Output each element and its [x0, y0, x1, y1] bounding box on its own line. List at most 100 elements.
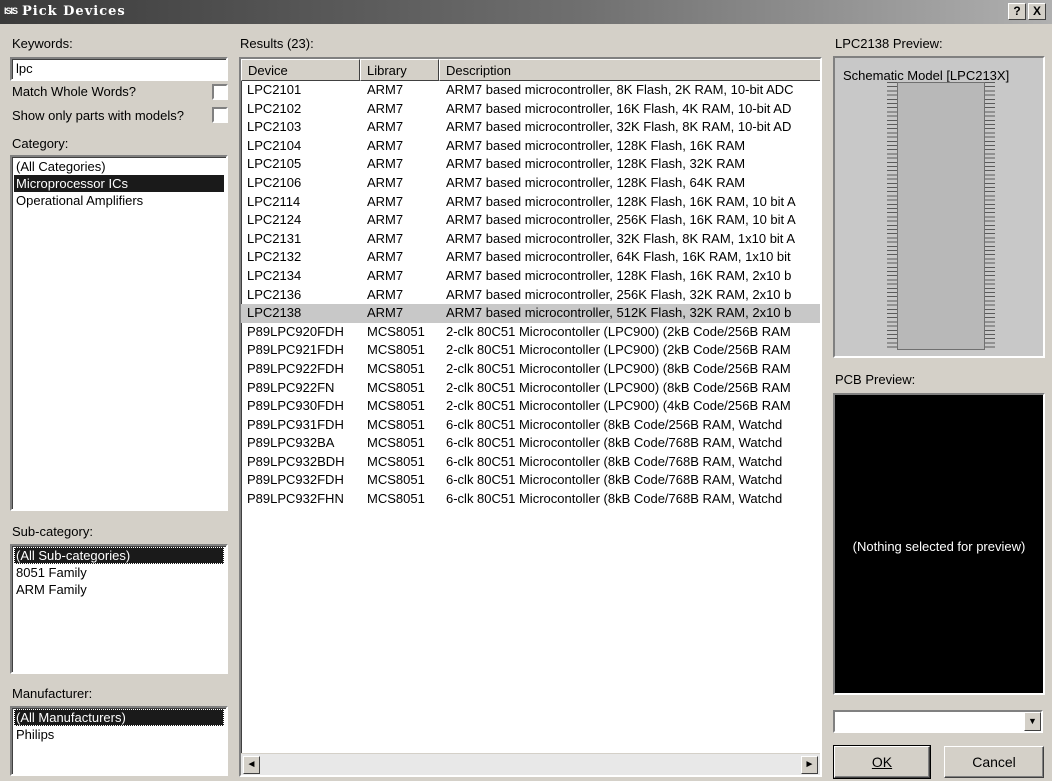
show-only-models-checkbox[interactable] — [212, 107, 228, 123]
description-cell: ARM7 based microcontroller, 128K Flash, … — [446, 174, 746, 190]
table-row[interactable]: P89LPC932FDH MCS8051 6-clk 80C51 Microcont… — [241, 471, 820, 490]
table-row[interactable]: P89LPC920FDH MCS8051 2-clk 80C51 Microcont… — [241, 323, 820, 342]
list-item[interactable]: (All Manufacturers) — [14, 709, 224, 726]
scroll-right-icon[interactable]: ► — [801, 756, 818, 774]
table-row[interactable]: P89LPC932BDH MCS8051 6-clk 80C51 Microcont… — [241, 453, 820, 472]
table-row[interactable]: LPC2131 ARM7 ARM7 based microcontroller, 3… — [241, 230, 820, 249]
device-cell: LPC2131 — [247, 230, 302, 246]
ok-button[interactable]: OK — [833, 745, 931, 779]
scroll-left-icon[interactable]: ◄ — [243, 756, 260, 774]
device-cell: LPC2102 — [247, 100, 302, 116]
results-hscrollbar[interactable]: ◄ ► — [241, 753, 820, 775]
table-row[interactable]: P89LPC932FHN MCS8051 6-clk 80C51 Microcont… — [241, 490, 820, 509]
device-cell: P89LPC931FDH — [247, 416, 344, 432]
device-cell: LPC2132 — [247, 249, 302, 265]
manufacturer-label: Manufacturer: — [12, 686, 93, 701]
description-cell: ARM7 based microcontroller, 16K Flash, 4… — [446, 100, 792, 116]
device-cell: P89LPC930FDH — [247, 398, 344, 414]
description-cell: ARM7 based microcontroller, 256K Flash, … — [446, 212, 796, 228]
table-row[interactable]: P89LPC921FDH MCS8051 2-clk 80C51 Microcont… — [241, 341, 820, 360]
title-bar: ISIS Pick Devices ? X — [0, 0, 1052, 24]
library-cell: MCS8051 — [367, 360, 425, 376]
description-cell: 2-clk 80C51 Microcontoller (LPC900) (8kB… — [446, 379, 791, 395]
description-cell: 2-clk 80C51 Microcontoller (LPC900) (2kB… — [446, 342, 791, 358]
list-item[interactable]: Microprocessor ICs — [14, 175, 224, 192]
description-cell: 6-clk 80C51 Microcontoller (8kB Code/768… — [446, 472, 783, 488]
library-cell: ARM7 — [367, 119, 404, 135]
cancel-button[interactable]: Cancel — [944, 746, 1044, 778]
list-item[interactable]: 8051 Family — [14, 564, 224, 581]
column-header-device[interactable]: Device — [241, 59, 360, 81]
table-row[interactable]: LPC2138 ARM7 ARM7 based microcontroller, 5… — [241, 304, 820, 323]
schematic-preview-label: LPC2138 Preview: — [835, 36, 943, 51]
table-row[interactable]: LPC2132 ARM7 ARM7 based microcontroller, 6… — [241, 248, 820, 267]
show-only-models-label: Show only parts with models? — [12, 108, 184, 123]
list-item[interactable]: (All Sub-categories) — [14, 547, 224, 564]
subcategory-list[interactable]: (All Sub-categories) 8051 Family ARM Fam… — [10, 544, 228, 674]
column-header-description[interactable]: Description — [439, 59, 820, 81]
close-button[interactable]: X — [1028, 3, 1046, 20]
list-item[interactable]: Operational Amplifiers — [14, 192, 224, 209]
cancel-button-label: Cancel — [972, 754, 1016, 770]
device-cell: LPC2105 — [247, 156, 302, 172]
table-row[interactable]: LPC2102 ARM7 ARM7 based microcontroller, 1… — [241, 100, 820, 119]
list-item[interactable]: Philips — [14, 726, 224, 743]
description-cell: 2-clk 80C51 Microcontoller (LPC900) (2kB… — [446, 323, 791, 339]
description-cell: ARM7 based microcontroller, 128K Flash, … — [446, 193, 796, 209]
window-title: Pick Devices — [22, 4, 126, 19]
chip-body — [897, 82, 985, 350]
chevron-down-icon[interactable]: ▼ — [1024, 712, 1041, 731]
table-row[interactable]: LPC2114 ARM7 ARM7 based microcontroller, 1… — [241, 193, 820, 212]
table-row[interactable]: LPC2103 ARM7 ARM7 based microcontroller, 3… — [241, 118, 820, 137]
results-label: Results (23): — [240, 36, 314, 51]
description-cell: 2-clk 80C51 Microcontoller (LPC900) (4kB… — [446, 398, 791, 414]
results-rows: LPC2101 ARM7 ARM7 based microcontroller, 8… — [241, 81, 820, 509]
library-cell: MCS8051 — [367, 453, 425, 469]
table-row[interactable]: LPC2136 ARM7 ARM7 based microcontroller, 2… — [241, 286, 820, 305]
table-row[interactable]: P89LPC932BA MCS8051 6-clk 80C51 Microconto… — [241, 434, 820, 453]
manufacturer-list[interactable]: (All Manufacturers) Philips — [10, 706, 228, 776]
results-table[interactable]: Device Library Description LPC2101 ARM7 AR… — [239, 57, 822, 777]
description-cell: ARM7 based microcontroller, 64K Flash, 1… — [446, 249, 791, 265]
device-cell: P89LPC922FN — [247, 379, 335, 395]
description-cell: 6-clk 80C51 Microcontoller (8kB Code/256… — [446, 416, 783, 432]
column-header-library[interactable]: Library — [360, 59, 439, 81]
device-cell: P89LPC920FDH — [247, 323, 344, 339]
table-row[interactable]: LPC2106 ARM7 ARM7 based microcontroller, 1… — [241, 174, 820, 193]
device-cell: P89LPC932FHN — [247, 491, 344, 507]
match-whole-words-checkbox[interactable] — [212, 84, 228, 100]
ok-button-label: OK — [871, 754, 893, 770]
list-item[interactable]: (All Categories) — [14, 158, 224, 175]
pcb-preview-label: PCB Preview: — [835, 372, 916, 387]
table-row[interactable]: LPC2124 ARM7 ARM7 based microcontroller, 2… — [241, 211, 820, 230]
library-cell: MCS8051 — [367, 342, 425, 358]
device-cell: LPC2138 — [247, 305, 302, 321]
pcb-empty-message: (Nothing selected for preview) — [852, 539, 1026, 554]
table-row[interactable]: P89LPC930FDH MCS8051 2-clk 80C51 Microcont… — [241, 397, 820, 416]
table-row[interactable]: LPC2134 ARM7 ARM7 based microcontroller, 1… — [241, 267, 820, 286]
help-button[interactable]: ? — [1008, 3, 1026, 20]
table-row[interactable]: LPC2105 ARM7 ARM7 based microcontroller, 1… — [241, 155, 820, 174]
package-combo[interactable]: ▼ — [833, 710, 1043, 733]
device-cell: LPC2104 — [247, 137, 302, 153]
category-list[interactable]: (All Categories) Microprocessor ICs Oper… — [10, 155, 228, 511]
list-item[interactable]: ARM Family — [14, 581, 224, 598]
table-row[interactable]: LPC2104 ARM7 ARM7 based microcontroller, 1… — [241, 137, 820, 156]
device-cell: P89LPC932BA — [247, 435, 335, 451]
keywords-input[interactable]: lpc — [10, 57, 228, 81]
library-cell: ARM7 — [367, 305, 404, 321]
description-cell: ARM7 based microcontroller, 8K Flash, 2K… — [446, 82, 794, 97]
table-row[interactable]: P89LPC922FDH MCS8051 2-clk 80C51 Microcont… — [241, 360, 820, 379]
description-cell: ARM7 based microcontroller, 128K Flash, … — [446, 137, 746, 153]
table-row[interactable]: P89LPC931FDH MCS8051 6-clk 80C51 Microcont… — [241, 416, 820, 435]
schematic-model-caption: Schematic Model [LPC213X] — [843, 68, 1010, 83]
description-cell: ARM7 based microcontroller, 256K Flash, … — [446, 286, 792, 302]
description-cell: ARM7 based microcontroller, 32K Flash, 8… — [446, 230, 795, 246]
description-cell: 6-clk 80C51 Microcontoller (8kB Code/768… — [446, 435, 783, 451]
library-cell: MCS8051 — [367, 435, 425, 451]
subcategory-label: Sub-category: — [12, 524, 93, 539]
device-cell: LPC2106 — [247, 174, 302, 190]
table-row[interactable]: P89LPC922FN MCS8051 2-clk 80C51 Microconto… — [241, 379, 820, 398]
library-cell: ARM7 — [367, 174, 404, 190]
table-row[interactable]: LPC2101 ARM7 ARM7 based microcontroller, 8… — [241, 81, 820, 100]
